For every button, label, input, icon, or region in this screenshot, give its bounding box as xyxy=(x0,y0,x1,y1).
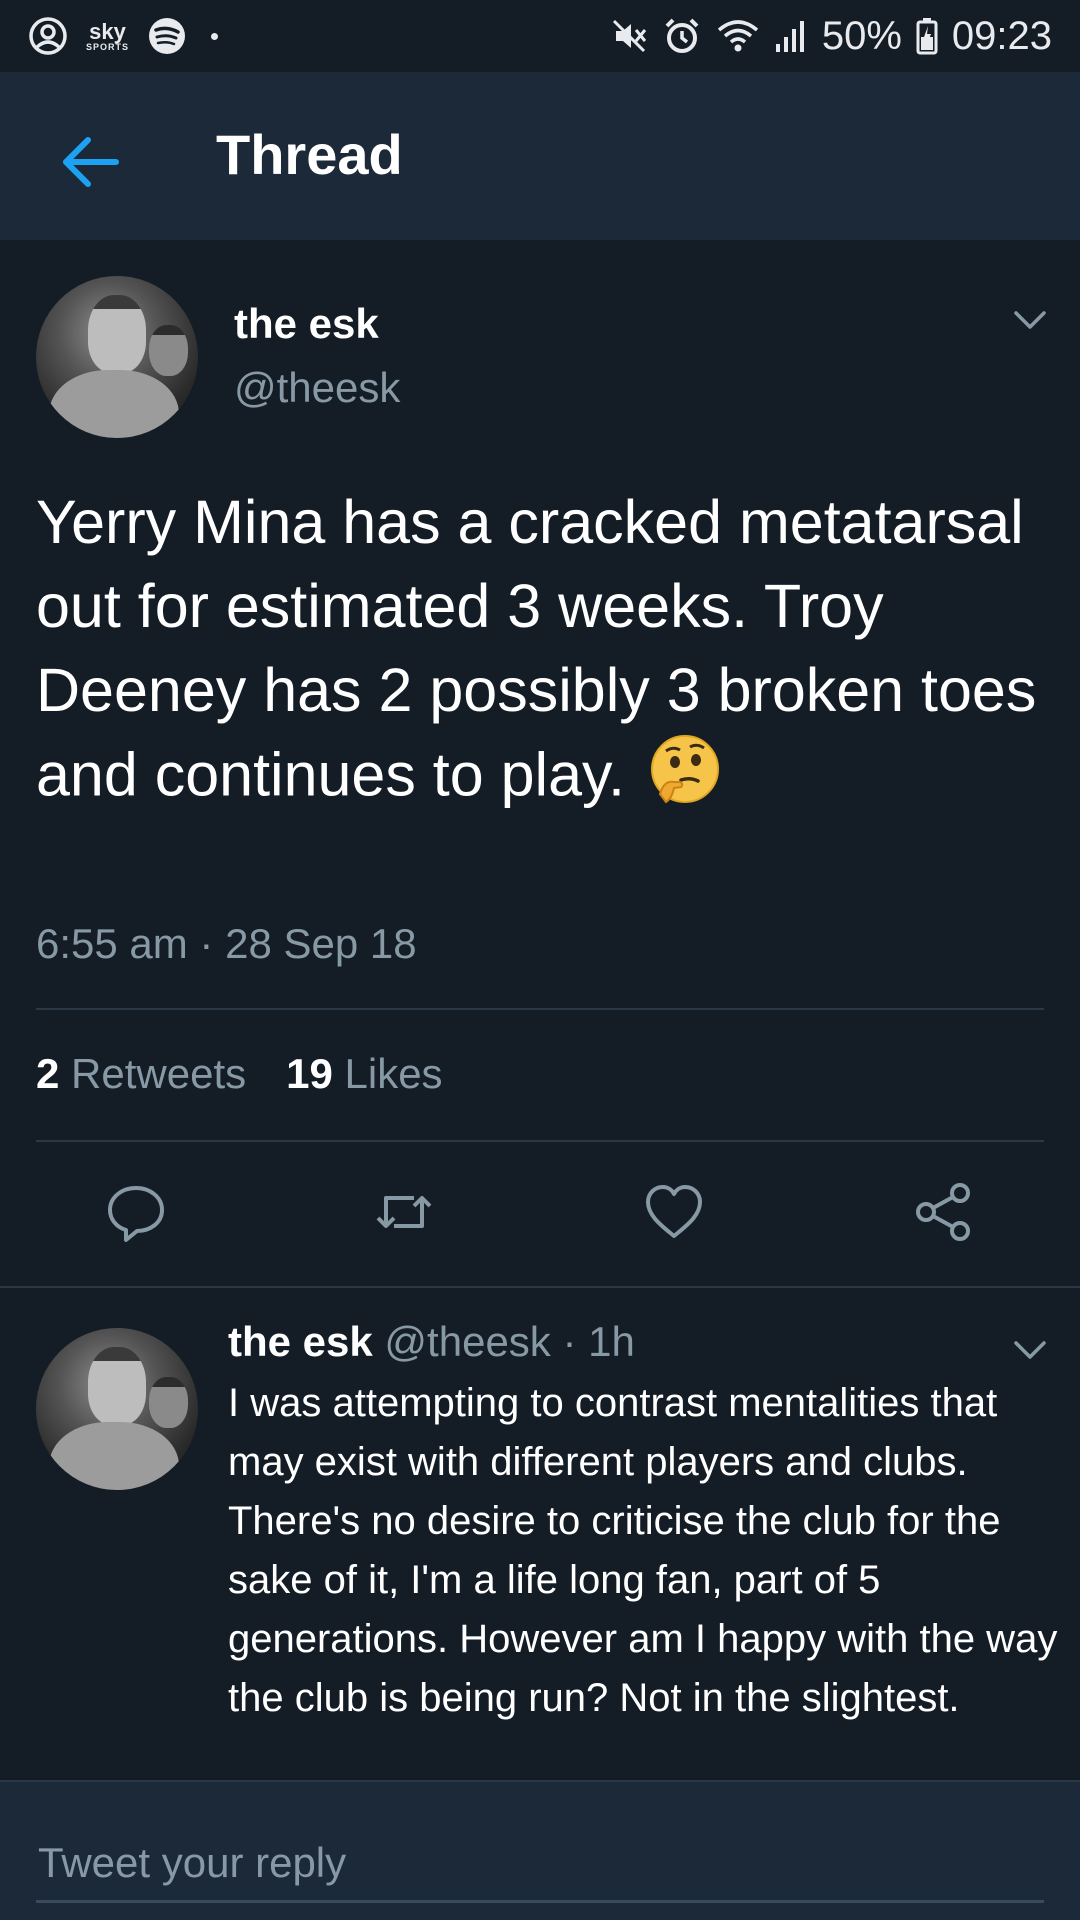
reply-time: · 1h xyxy=(562,1318,635,1365)
sports-label: SPORTS xyxy=(86,41,130,52)
sky-label: sky xyxy=(89,18,126,44)
divider xyxy=(36,1008,1044,1010)
mute-icon xyxy=(610,17,648,55)
avatar-body xyxy=(48,369,179,438)
signal-icon xyxy=(774,18,808,54)
avatar-face xyxy=(87,1347,147,1426)
input-underline xyxy=(36,1900,1044,1903)
status-bar: sky SPORTS 50% 09:23 xyxy=(0,0,1080,72)
likes-stat[interactable]: 19 Likes xyxy=(286,1050,442,1098)
likes-count: 19 xyxy=(286,1050,333,1097)
chevron-down-icon xyxy=(1014,1341,1046,1359)
divider xyxy=(0,1780,1080,1782)
clock-time: 09:23 xyxy=(951,13,1052,58)
reply-button[interactable] xyxy=(104,1180,168,1244)
chevron-down-icon xyxy=(1014,311,1046,329)
like-button[interactable] xyxy=(642,1180,706,1244)
notification-dot xyxy=(211,32,219,40)
divider xyxy=(0,1286,1080,1288)
share-icon xyxy=(916,1183,970,1241)
retweets-count: 2 xyxy=(36,1050,60,1097)
reply-icon xyxy=(108,1186,164,1242)
tweet-stats: 2 Retweets 19 Likes xyxy=(36,1050,443,1098)
tweet-menu-button[interactable] xyxy=(1010,300,1050,340)
reply-author-handle[interactable]: @theesk xyxy=(384,1318,550,1365)
thinking-face-emoji xyxy=(648,732,722,827)
retweets-stat[interactable]: 2 Retweets xyxy=(36,1050,246,1098)
compose-bar xyxy=(0,1780,1080,1920)
wifi-icon xyxy=(716,17,760,55)
avatar-body xyxy=(48,1421,179,1490)
author-name[interactable]: the esk xyxy=(234,300,379,348)
retweets-label: Retweets xyxy=(71,1050,247,1097)
app-header: Thread xyxy=(0,72,1080,240)
reply-header: the esk @theesk · 1h xyxy=(228,1318,635,1366)
alarm-icon xyxy=(662,16,702,56)
reply-author-name[interactable]: the esk xyxy=(228,1318,373,1365)
retweet-icon xyxy=(376,1196,432,1228)
account-circle-icon xyxy=(28,16,68,56)
tweet-timestamp: 6:55 am · 28 Sep 18 xyxy=(36,920,417,967)
battery-icon xyxy=(916,17,938,55)
spotify-icon xyxy=(147,16,187,56)
tweet-body: Yerry Mina has a cracked metatarsal out … xyxy=(36,488,1037,809)
divider xyxy=(36,1140,1044,1142)
share-button[interactable] xyxy=(912,1180,976,1244)
avatar[interactable] xyxy=(36,1328,198,1490)
author-handle[interactable]: @theesk xyxy=(234,364,400,412)
battery-percent: 50% xyxy=(821,13,902,58)
avatar-face-secondary xyxy=(149,1376,189,1429)
arrow-left-icon xyxy=(63,137,119,187)
retweet-button[interactable] xyxy=(372,1180,436,1244)
page-title: Thread xyxy=(216,123,403,186)
avatar-face-secondary xyxy=(149,324,189,377)
reply-menu-button[interactable] xyxy=(1010,1330,1050,1370)
status-right-icons: 50% 09:23 xyxy=(610,14,1052,59)
likes-label: Likes xyxy=(344,1050,443,1097)
reply-text: I was attempting to contrast mentalities… xyxy=(228,1381,1058,1720)
reply-input[interactable] xyxy=(36,1832,1050,1894)
avatar-face xyxy=(87,295,147,374)
back-button[interactable] xyxy=(58,130,122,194)
status-left-icons: sky SPORTS xyxy=(28,16,219,56)
tweet-text: Yerry Mina has a cracked metatarsal out … xyxy=(36,480,1046,827)
sky-sports-icon: sky SPORTS xyxy=(86,18,130,52)
tweet-actions xyxy=(0,1180,1080,1250)
like-icon xyxy=(646,1185,702,1238)
avatar[interactable] xyxy=(36,276,198,438)
